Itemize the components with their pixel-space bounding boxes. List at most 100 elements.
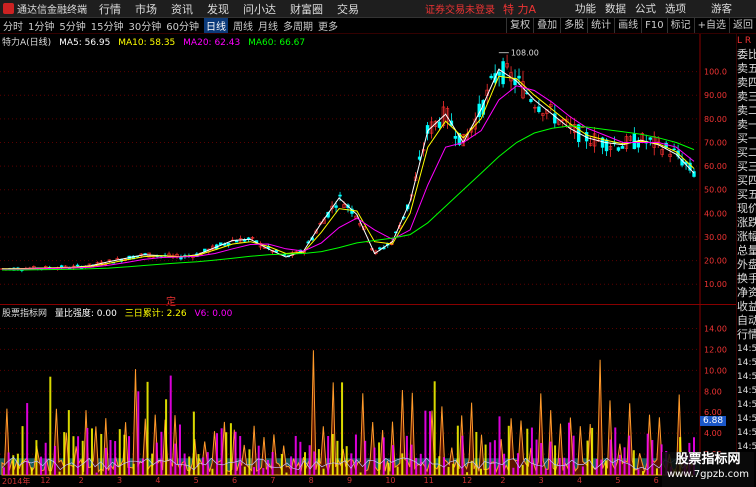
volume-bar	[396, 466, 399, 475]
candle-body	[616, 147, 621, 151]
volume-bar	[155, 442, 158, 475]
panel-item: 买三	[737, 160, 756, 173]
panel-item: 买二	[737, 146, 756, 159]
period-15min[interactable]: 15分钟	[91, 18, 124, 33]
app-logo-icon	[3, 3, 14, 14]
stock-title: 特 力A	[503, 2, 537, 16]
volume-bar	[109, 440, 112, 475]
volume-bar	[350, 453, 353, 475]
tool-back[interactable]: 返回	[729, 18, 756, 33]
panel-item: 涨跌	[737, 216, 756, 229]
chart-name: 特力A(日线)	[2, 38, 52, 48]
volume-bar	[498, 416, 501, 475]
volume-bar	[104, 447, 107, 475]
sub-tick: 12.00	[704, 345, 727, 354]
volume-bar	[178, 424, 181, 475]
volume-bar	[72, 436, 75, 475]
menu-formula[interactable]: 公式	[635, 1, 656, 16]
tool-multi-stock[interactable]: 多股	[560, 18, 587, 33]
sub-value-badge: 6.88	[700, 416, 727, 426]
ma-line-ma10	[1, 75, 695, 270]
volume-bar	[424, 410, 427, 475]
volume-bar	[299, 441, 302, 475]
volume-bar	[44, 442, 47, 475]
period-week[interactable]: 周线	[233, 18, 253, 33]
volume-bar	[479, 468, 482, 475]
volume-bar	[628, 435, 631, 475]
tool-mark[interactable]: 标记	[666, 18, 694, 33]
menu-function[interactable]: 功能	[575, 1, 596, 16]
volume-bar	[433, 381, 436, 475]
menu-data[interactable]: 数据	[605, 1, 626, 16]
volume-bar	[262, 468, 265, 475]
tool-f10[interactable]: F10	[641, 18, 666, 33]
menu-ask[interactable]: 问小达	[243, 1, 276, 17]
volume-bar	[382, 437, 385, 475]
menu-options[interactable]: 选项	[665, 1, 686, 16]
period-60min[interactable]: 60分钟	[166, 18, 199, 33]
ma60-value: MA60: 66.67	[248, 38, 306, 48]
tool-stats[interactable]: 统计	[587, 18, 614, 33]
volume-bar	[456, 425, 459, 475]
panel-item: 卖五	[737, 62, 756, 75]
menu-trade[interactable]: 交易	[337, 1, 359, 17]
period-more[interactable]: 更多	[318, 18, 338, 33]
tool-restore-right[interactable]: 复权	[506, 18, 533, 33]
panel-item: 14:56	[737, 428, 756, 438]
volume-bar	[605, 460, 608, 475]
kline-chart[interactable]: 100.0 90.00 80.00 70.00 60.00 50.00 40.00 30.00…	[0, 34, 736, 304]
tool-draw[interactable]: 画线	[614, 18, 641, 33]
guest-label[interactable]: 游客	[711, 1, 732, 16]
volume-bar	[544, 468, 547, 475]
period-multi[interactable]: 多周期	[283, 18, 313, 33]
volume-bar	[183, 453, 186, 475]
volume-bar	[387, 463, 390, 475]
volume-bar	[132, 463, 135, 475]
volume-bar	[391, 445, 394, 475]
time-tick: 8	[308, 476, 314, 485]
volume-bar	[609, 439, 612, 475]
watermark-line1: 股票指标网	[675, 452, 741, 467]
volume-bar	[202, 457, 205, 475]
indicator-l2: 三日累计: 2.26	[124, 309, 187, 319]
menu-quote[interactable]: 行情	[99, 1, 121, 17]
login-notice[interactable]: 证券交易未登录	[425, 1, 495, 16]
price-tick: 100.0	[704, 68, 727, 77]
volume-bar	[354, 434, 357, 475]
volume-bar	[341, 382, 344, 475]
menu-discover[interactable]: 发现	[207, 1, 229, 17]
period-bar: 分时 1分钟 5分钟 15分钟 30分钟 60分钟 日线 周线 月线 多周期 更…	[0, 18, 756, 34]
volume-bar	[30, 467, 33, 475]
panel-item: 14:56	[737, 400, 756, 410]
period-month[interactable]: 月线	[258, 18, 278, 33]
menu-news[interactable]: 资讯	[171, 1, 193, 17]
volume-bar	[100, 433, 103, 475]
menu-wealth[interactable]: 财富圈	[290, 1, 323, 17]
volume-bar	[415, 457, 418, 475]
volume-bar	[95, 472, 98, 475]
time-tick: 3	[117, 476, 123, 485]
period-day[interactable]: 日线	[203, 18, 228, 33]
period-tick[interactable]: 分时	[3, 18, 23, 33]
price-tick: 60.00	[704, 162, 727, 171]
volume-bar	[470, 460, 473, 475]
volume-bar	[53, 445, 56, 475]
indicator-chart[interactable]: 14.0012.0010.008.006.004.002.00	[0, 304, 736, 479]
panel-item: 涨幅	[737, 230, 756, 243]
volume-bar	[239, 436, 242, 475]
menu-market[interactable]: 市场	[135, 1, 157, 17]
volume-bar	[466, 472, 469, 475]
candle-body	[604, 139, 609, 152]
volume-bar	[90, 428, 93, 475]
tool-add-fav[interactable]: +自选	[693, 18, 729, 33]
period-5min[interactable]: 5分钟	[59, 18, 85, 33]
volume-bar	[146, 381, 149, 475]
period-1min[interactable]: 1分钟	[28, 18, 54, 33]
volume-bar	[114, 441, 117, 475]
candle-body	[517, 75, 521, 79]
volume-bar	[40, 456, 43, 475]
volume-bar	[58, 471, 61, 475]
volume-bar	[364, 440, 367, 475]
tool-overlay[interactable]: 叠加	[533, 18, 560, 33]
period-30min[interactable]: 30分钟	[128, 18, 161, 33]
